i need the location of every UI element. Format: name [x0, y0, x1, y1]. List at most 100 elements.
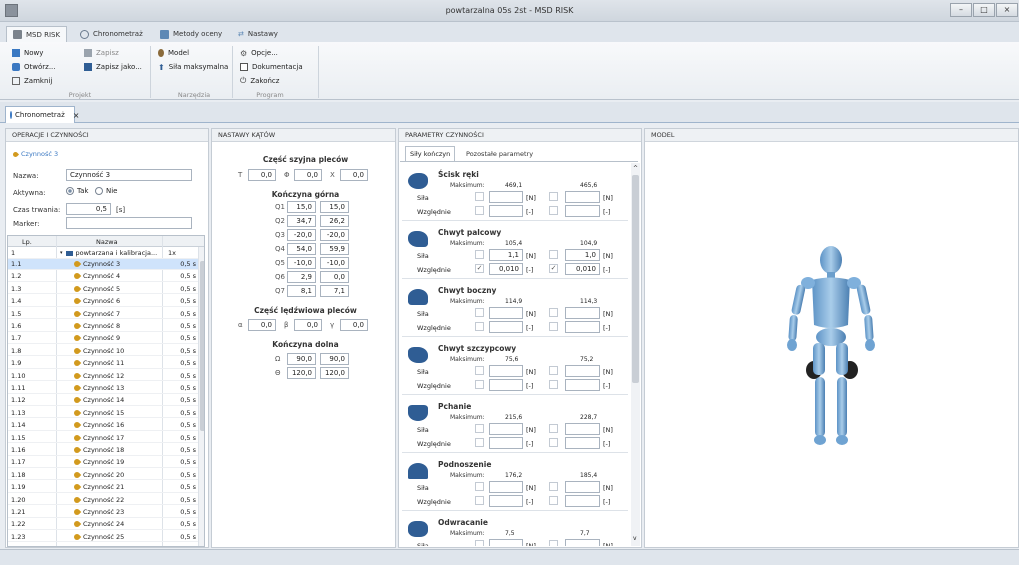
table-row[interactable]: 1.22 Czynność 24 0,5 s	[8, 519, 198, 530]
relative-right-checkbox[interactable]: ✓	[549, 264, 558, 273]
relative-right-checkbox[interactable]	[549, 380, 558, 389]
force-right-checkbox[interactable]	[549, 250, 558, 259]
grid-scrollbar[interactable]	[198, 247, 204, 546]
minimize-button[interactable]: –	[950, 3, 972, 17]
force-left-input[interactable]	[489, 365, 523, 377]
force-left-checkbox[interactable]	[475, 540, 484, 546]
relative-right-input[interactable]	[565, 205, 600, 217]
table-row[interactable]: 1.1 Czynność 3 0,5 s	[8, 259, 198, 270]
force-left-checkbox[interactable]	[475, 482, 484, 491]
scroll-down-icon[interactable]: v	[633, 535, 637, 542]
angle-left-input[interactable]: 120,0	[287, 367, 316, 379]
table-row[interactable]: 1.7 Czynność 9 0,5 s	[8, 333, 198, 344]
close-button[interactable]: ×	[996, 3, 1018, 17]
angle-left-input[interactable]: 34,7	[287, 215, 316, 227]
relative-left-input[interactable]	[489, 321, 523, 333]
angle-right-input[interactable]: -20,0	[320, 229, 349, 241]
open-button[interactable]: Otwórz...	[12, 61, 56, 73]
name-input[interactable]: Czynność 3	[66, 169, 192, 181]
angle-input[interactable]: 0,0	[248, 319, 276, 331]
force-left-checkbox[interactable]	[475, 192, 484, 201]
force-right-input[interactable]	[565, 539, 600, 546]
duration-input[interactable]: 0,5	[66, 203, 111, 215]
force-right-checkbox[interactable]	[549, 366, 558, 375]
force-right-checkbox[interactable]	[549, 424, 558, 433]
angle-left-input[interactable]: 54,0	[287, 243, 316, 255]
angle-right-input[interactable]: -10,0	[320, 257, 349, 269]
angle-right-input[interactable]: 90,0	[320, 353, 349, 365]
angle-left-input[interactable]: -20,0	[287, 229, 316, 241]
force-right-input[interactable]	[565, 423, 600, 435]
force-left-input[interactable]	[489, 307, 523, 319]
table-row[interactable]: 1.2 Czynność 4 0,5 s	[8, 271, 198, 282]
relative-left-input[interactable]	[489, 437, 523, 449]
table-row[interactable]: 1.21 Czynność 23 0,5 s	[8, 507, 198, 518]
relative-right-input[interactable]	[565, 437, 600, 449]
scrollbar-thumb[interactable]	[632, 175, 639, 383]
force-right-checkbox[interactable]	[549, 192, 558, 201]
relative-right-input[interactable]: 0,010	[565, 263, 600, 275]
relative-right-checkbox[interactable]	[549, 206, 558, 215]
relative-left-checkbox[interactable]	[475, 496, 484, 505]
table-row[interactable]: 1.16 Czynność 18 0,5 s	[8, 445, 198, 456]
angle-right-input[interactable]: 26,2	[320, 215, 349, 227]
force-left-input[interactable]	[489, 481, 523, 493]
tab-limb-forces[interactable]: Siły kończyn	[405, 146, 456, 161]
active-yes-radio[interactable]: Tak	[66, 187, 88, 195]
save-button[interactable]: Zapisz	[84, 47, 119, 59]
force-right-input[interactable]	[565, 481, 600, 493]
table-row[interactable]: 1.6 Czynność 8 0,5 s	[8, 321, 198, 332]
active-no-radio[interactable]: Nie	[95, 187, 118, 195]
tab-msd-risk[interactable]: MSD RISK	[6, 26, 68, 42]
tab-other-params[interactable]: Pozostałe parametry	[466, 148, 533, 161]
force-left-input[interactable]	[489, 423, 523, 435]
group-row[interactable]: 1 ▾ powtarzana i kalibracja... 1x	[8, 248, 198, 259]
table-row[interactable]: 1.14 Czynność 16 0,5 s	[8, 420, 198, 431]
angle-left-input[interactable]: -10,0	[287, 257, 316, 269]
table-row[interactable]: 1.17 Czynność 19 0,5 s	[8, 457, 198, 468]
angle-right-input[interactable]: 59,9	[320, 243, 349, 255]
force-right-input[interactable]	[565, 365, 600, 377]
angle-input[interactable]: 0,0	[340, 169, 368, 181]
force-left-input[interactable]	[489, 539, 523, 546]
table-row[interactable]: 1.15 Czynność 17 0,5 s	[8, 433, 198, 444]
exit-button[interactable]: ⏻ Zakończ	[240, 75, 279, 87]
scroll-up-icon[interactable]: ^	[633, 165, 638, 172]
force-left-checkbox[interactable]	[475, 250, 484, 259]
force-right-checkbox[interactable]	[549, 540, 558, 546]
table-row[interactable]: 1.8 Czynność 10 0,5 s	[8, 346, 198, 357]
angle-left-input[interactable]: 2,9	[287, 271, 316, 283]
relative-left-checkbox[interactable]	[475, 380, 484, 389]
force-right-checkbox[interactable]	[549, 482, 558, 491]
doc-tab-chronometraz[interactable]: Chronometraż ×	[5, 106, 79, 123]
relative-left-input[interactable]	[489, 205, 523, 217]
relative-left-checkbox[interactable]	[475, 322, 484, 331]
angle-left-input[interactable]: 15,0	[287, 201, 316, 213]
angle-left-input[interactable]: 90,0	[287, 353, 316, 365]
force-left-checkbox[interactable]	[475, 308, 484, 317]
force-right-checkbox[interactable]	[549, 308, 558, 317]
table-row[interactable]: 1.9 Czynność 11 0,5 s	[8, 358, 198, 369]
tab-chronometraz[interactable]: Chronometraż	[74, 26, 149, 42]
relative-right-checkbox[interactable]	[549, 322, 558, 331]
relative-left-input[interactable]	[489, 495, 523, 507]
relative-right-input[interactable]	[565, 495, 600, 507]
force-right-input[interactable]: 1,0	[565, 249, 600, 261]
relative-right-input[interactable]	[565, 321, 600, 333]
tab-close-icon[interactable]: ×	[73, 111, 80, 120]
angle-right-input[interactable]: 7,1	[320, 285, 349, 297]
human-model-figure[interactable]	[770, 245, 890, 485]
force-left-checkbox[interactable]	[475, 366, 484, 375]
table-row[interactable]: 1.12 Czynność 14 0,5 s	[8, 395, 198, 406]
relative-left-input[interactable]	[489, 379, 523, 391]
new-button[interactable]: Nowy	[12, 47, 43, 59]
table-row[interactable]: 1.4 Czynność 6 0,5 s	[8, 296, 198, 307]
relative-right-checkbox[interactable]	[549, 496, 558, 505]
table-row[interactable]: 1.19 Czynność 21 0,5 s	[8, 482, 198, 493]
table-row[interactable]: 1.3 Czynność 5 0,5 s	[8, 284, 198, 295]
model-button[interactable]: Model	[158, 47, 189, 59]
relative-left-checkbox[interactable]: ✓	[475, 264, 484, 273]
relative-left-input[interactable]: 0,010	[489, 263, 523, 275]
table-row[interactable]: 1.5 Czynność 7 0,5 s	[8, 309, 198, 320]
angle-input[interactable]: 0,0	[294, 319, 322, 331]
